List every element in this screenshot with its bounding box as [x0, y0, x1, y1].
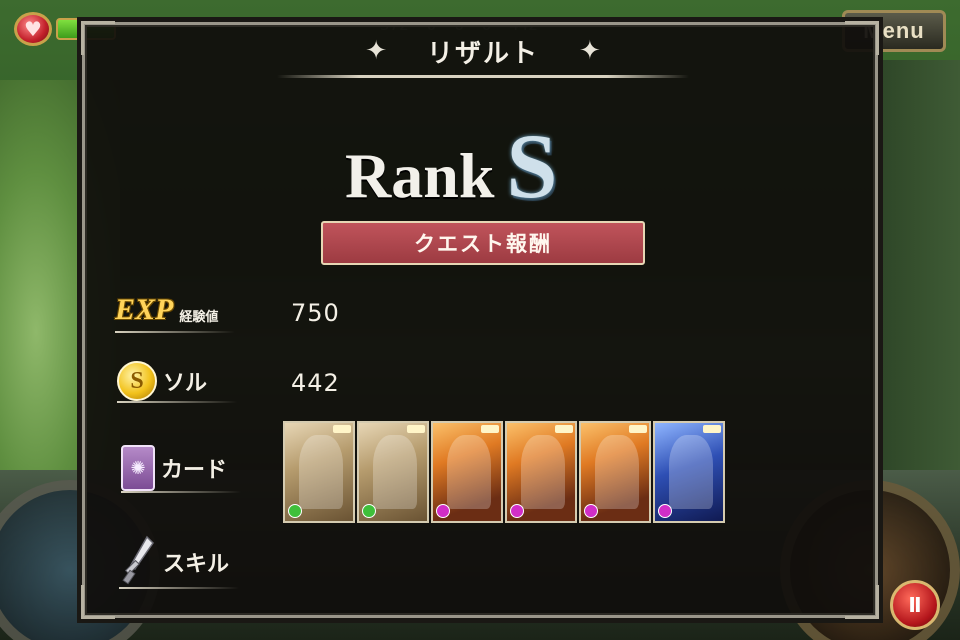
card-art: [669, 435, 713, 509]
exp-badge: EXP: [115, 293, 174, 326]
panel-corner: [81, 585, 115, 619]
exp-value: 750: [291, 299, 340, 327]
card-art: [595, 435, 639, 509]
reward-card[interactable]: [431, 421, 503, 523]
pause-icon: Ⅱ: [908, 593, 922, 617]
skill-label: スキル: [163, 552, 230, 577]
reward-card[interactable]: [505, 421, 577, 523]
attribute-icon: [288, 504, 302, 518]
row-divider: [115, 331, 235, 333]
ornament-icon: ✦: [365, 36, 387, 66]
card-rarity-tag: [333, 425, 351, 433]
skill-row-label: スキル: [119, 535, 229, 589]
panel-corner: [845, 585, 879, 619]
attribute-icon: [436, 504, 450, 518]
exp-label: 経験値: [179, 309, 219, 325]
card-row-label: ✺ カード: [121, 445, 227, 491]
exp-row-label: EXP 経験値: [115, 293, 218, 327]
card-list: [283, 421, 725, 523]
reward-card[interactable]: [579, 421, 651, 523]
quest-reward-banner: クエスト報酬: [321, 221, 645, 265]
reward-card[interactable]: [283, 421, 355, 523]
result-title: リザルト: [426, 38, 539, 69]
result-header: ✦ リザルト ✦: [85, 33, 881, 69]
rank-display: Rank S: [345, 113, 625, 217]
attribute-icon: [362, 504, 376, 518]
sol-row-label: S ソル: [117, 361, 207, 401]
card-rarity-tag: [407, 425, 425, 433]
card-rarity-tag: [555, 425, 573, 433]
rank-letter: S: [506, 115, 558, 217]
card-rarity-tag: [481, 425, 499, 433]
heart-icon: ♥: [14, 12, 52, 46]
reward-card[interactable]: [357, 421, 429, 523]
card-art: [447, 435, 491, 509]
card-rarity-tag: [629, 425, 647, 433]
result-panel: ✦ リザルト ✦ Rank S クエスト報酬 EXP 経験値 750 S ソル …: [81, 21, 881, 619]
attribute-icon: [510, 504, 524, 518]
background-scenery: [870, 60, 960, 500]
attribute-icon: [584, 504, 598, 518]
card-label: カード: [161, 458, 228, 483]
ornament-icon: ✦: [579, 36, 601, 66]
coin-icon: S: [117, 361, 157, 401]
sol-value: 442: [291, 369, 340, 397]
rank-word: Rank: [345, 140, 495, 211]
sol-label: ソル: [163, 371, 208, 396]
attribute-icon: [658, 504, 672, 518]
row-divider: [121, 491, 241, 493]
card-art: [373, 435, 417, 509]
card-art: [521, 435, 565, 509]
row-divider: [117, 401, 237, 403]
title-divider: [277, 75, 689, 78]
sword-icon: [119, 535, 157, 589]
pause-button[interactable]: Ⅱ: [890, 580, 940, 630]
row-divider: [119, 587, 239, 589]
reward-card[interactable]: [653, 421, 725, 523]
card-art: [299, 435, 343, 509]
card-rarity-tag: [703, 425, 721, 433]
card-icon: ✺: [121, 445, 155, 491]
